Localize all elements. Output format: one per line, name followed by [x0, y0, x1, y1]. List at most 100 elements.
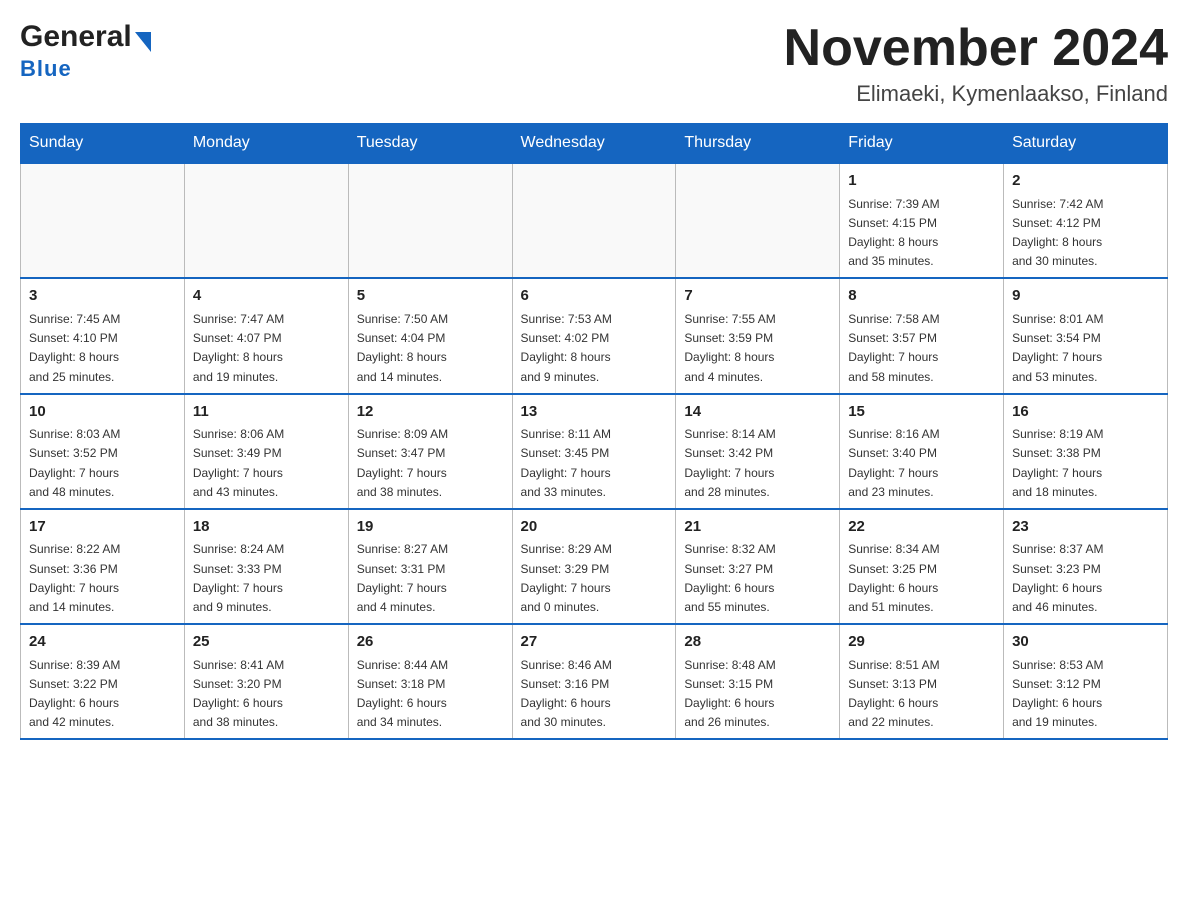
day-number: 24: [29, 631, 176, 654]
day-info: Sunrise: 7:39 AM Sunset: 4:15 PM Dayligh…: [848, 195, 995, 272]
day-number: 4: [193, 285, 340, 308]
calendar-cell: 29Sunrise: 8:51 AM Sunset: 3:13 PM Dayli…: [840, 624, 1004, 739]
day-number: 27: [521, 631, 668, 654]
day-info: Sunrise: 8:22 AM Sunset: 3:36 PM Dayligh…: [29, 540, 176, 617]
calendar-week-4: 17Sunrise: 8:22 AM Sunset: 3:36 PM Dayli…: [21, 509, 1168, 624]
day-number: 8: [848, 285, 995, 308]
calendar-cell: 17Sunrise: 8:22 AM Sunset: 3:36 PM Dayli…: [21, 509, 185, 624]
day-number: 10: [29, 401, 176, 424]
day-info: Sunrise: 7:53 AM Sunset: 4:02 PM Dayligh…: [521, 310, 668, 387]
calendar-cell: 10Sunrise: 8:03 AM Sunset: 3:52 PM Dayli…: [21, 394, 185, 509]
calendar-cell: 13Sunrise: 8:11 AM Sunset: 3:45 PM Dayli…: [512, 394, 676, 509]
calendar-cell: 9Sunrise: 8:01 AM Sunset: 3:54 PM Daylig…: [1004, 278, 1168, 393]
day-info: Sunrise: 8:53 AM Sunset: 3:12 PM Dayligh…: [1012, 656, 1159, 733]
calendar-title: November 2024: [784, 20, 1168, 77]
calendar-cell: 20Sunrise: 8:29 AM Sunset: 3:29 PM Dayli…: [512, 509, 676, 624]
day-number: 1: [848, 170, 995, 193]
calendar-cell: 15Sunrise: 8:16 AM Sunset: 3:40 PM Dayli…: [840, 394, 1004, 509]
day-number: 3: [29, 285, 176, 308]
day-info: Sunrise: 8:29 AM Sunset: 3:29 PM Dayligh…: [521, 540, 668, 617]
weekday-header-thursday: Thursday: [676, 124, 840, 164]
day-info: Sunrise: 7:50 AM Sunset: 4:04 PM Dayligh…: [357, 310, 504, 387]
calendar-cell: 2Sunrise: 7:42 AM Sunset: 4:12 PM Daylig…: [1004, 163, 1168, 278]
day-number: 19: [357, 516, 504, 539]
calendar-cell: 3Sunrise: 7:45 AM Sunset: 4:10 PM Daylig…: [21, 278, 185, 393]
day-number: 11: [193, 401, 340, 424]
day-info: Sunrise: 8:03 AM Sunset: 3:52 PM Dayligh…: [29, 425, 176, 502]
calendar-cell: 4Sunrise: 7:47 AM Sunset: 4:07 PM Daylig…: [184, 278, 348, 393]
day-info: Sunrise: 8:01 AM Sunset: 3:54 PM Dayligh…: [1012, 310, 1159, 387]
calendar-cell: 14Sunrise: 8:14 AM Sunset: 3:42 PM Dayli…: [676, 394, 840, 509]
day-info: Sunrise: 8:16 AM Sunset: 3:40 PM Dayligh…: [848, 425, 995, 502]
weekday-header-tuesday: Tuesday: [348, 124, 512, 164]
day-info: Sunrise: 8:44 AM Sunset: 3:18 PM Dayligh…: [357, 656, 504, 733]
calendar-cell: 19Sunrise: 8:27 AM Sunset: 3:31 PM Dayli…: [348, 509, 512, 624]
day-info: Sunrise: 7:55 AM Sunset: 3:59 PM Dayligh…: [684, 310, 831, 387]
day-info: Sunrise: 8:46 AM Sunset: 3:16 PM Dayligh…: [521, 656, 668, 733]
calendar-cell: 11Sunrise: 8:06 AM Sunset: 3:49 PM Dayli…: [184, 394, 348, 509]
calendar-cell: [184, 163, 348, 278]
day-info: Sunrise: 8:14 AM Sunset: 3:42 PM Dayligh…: [684, 425, 831, 502]
day-info: Sunrise: 8:48 AM Sunset: 3:15 PM Dayligh…: [684, 656, 831, 733]
weekday-header-monday: Monday: [184, 124, 348, 164]
day-info: Sunrise: 7:42 AM Sunset: 4:12 PM Dayligh…: [1012, 195, 1159, 272]
calendar-cell: 1Sunrise: 7:39 AM Sunset: 4:15 PM Daylig…: [840, 163, 1004, 278]
calendar-week-3: 10Sunrise: 8:03 AM Sunset: 3:52 PM Dayli…: [21, 394, 1168, 509]
calendar-cell: 16Sunrise: 8:19 AM Sunset: 3:38 PM Dayli…: [1004, 394, 1168, 509]
day-number: 22: [848, 516, 995, 539]
day-number: 2: [1012, 170, 1159, 193]
calendar-subtitle: Elimaeki, Kymenlaakso, Finland: [784, 81, 1168, 107]
calendar-week-1: 1Sunrise: 7:39 AM Sunset: 4:15 PM Daylig…: [21, 163, 1168, 278]
calendar-table: SundayMondayTuesdayWednesdayThursdayFrid…: [20, 123, 1168, 740]
day-number: 29: [848, 631, 995, 654]
day-info: Sunrise: 7:58 AM Sunset: 3:57 PM Dayligh…: [848, 310, 995, 387]
calendar-cell: 30Sunrise: 8:53 AM Sunset: 3:12 PM Dayli…: [1004, 624, 1168, 739]
calendar-cell: 27Sunrise: 8:46 AM Sunset: 3:16 PM Dayli…: [512, 624, 676, 739]
day-number: 13: [521, 401, 668, 424]
weekday-header-row: SundayMondayTuesdayWednesdayThursdayFrid…: [21, 124, 1168, 164]
day-number: 26: [357, 631, 504, 654]
day-info: Sunrise: 8:19 AM Sunset: 3:38 PM Dayligh…: [1012, 425, 1159, 502]
calendar-week-2: 3Sunrise: 7:45 AM Sunset: 4:10 PM Daylig…: [21, 278, 1168, 393]
calendar-cell: 26Sunrise: 8:44 AM Sunset: 3:18 PM Dayli…: [348, 624, 512, 739]
calendar-cell: 5Sunrise: 7:50 AM Sunset: 4:04 PM Daylig…: [348, 278, 512, 393]
day-number: 21: [684, 516, 831, 539]
weekday-header-saturday: Saturday: [1004, 124, 1168, 164]
day-number: 23: [1012, 516, 1159, 539]
day-number: 25: [193, 631, 340, 654]
day-number: 18: [193, 516, 340, 539]
day-info: Sunrise: 7:47 AM Sunset: 4:07 PM Dayligh…: [193, 310, 340, 387]
day-info: Sunrise: 8:37 AM Sunset: 3:23 PM Dayligh…: [1012, 540, 1159, 617]
calendar-cell: 25Sunrise: 8:41 AM Sunset: 3:20 PM Dayli…: [184, 624, 348, 739]
page-header: General Blue November 2024 Elimaeki, Kym…: [20, 20, 1168, 107]
day-number: 15: [848, 401, 995, 424]
logo: General Blue: [20, 20, 151, 82]
day-number: 9: [1012, 285, 1159, 308]
calendar-cell: 22Sunrise: 8:34 AM Sunset: 3:25 PM Dayli…: [840, 509, 1004, 624]
day-info: Sunrise: 8:24 AM Sunset: 3:33 PM Dayligh…: [193, 540, 340, 617]
weekday-header-wednesday: Wednesday: [512, 124, 676, 164]
calendar-cell: [676, 163, 840, 278]
day-number: 28: [684, 631, 831, 654]
day-info: Sunrise: 8:39 AM Sunset: 3:22 PM Dayligh…: [29, 656, 176, 733]
day-number: 16: [1012, 401, 1159, 424]
calendar-cell: 18Sunrise: 8:24 AM Sunset: 3:33 PM Dayli…: [184, 509, 348, 624]
logo-blue-text: Blue: [20, 56, 72, 82]
calendar-cell: 7Sunrise: 7:55 AM Sunset: 3:59 PM Daylig…: [676, 278, 840, 393]
calendar-cell: 6Sunrise: 7:53 AM Sunset: 4:02 PM Daylig…: [512, 278, 676, 393]
day-info: Sunrise: 8:34 AM Sunset: 3:25 PM Dayligh…: [848, 540, 995, 617]
calendar-cell: 12Sunrise: 8:09 AM Sunset: 3:47 PM Dayli…: [348, 394, 512, 509]
calendar-week-5: 24Sunrise: 8:39 AM Sunset: 3:22 PM Dayli…: [21, 624, 1168, 739]
day-info: Sunrise: 8:41 AM Sunset: 3:20 PM Dayligh…: [193, 656, 340, 733]
day-info: Sunrise: 8:11 AM Sunset: 3:45 PM Dayligh…: [521, 425, 668, 502]
day-number: 14: [684, 401, 831, 424]
logo-text: General: [20, 20, 151, 54]
day-number: 20: [521, 516, 668, 539]
day-number: 17: [29, 516, 176, 539]
calendar-cell: 21Sunrise: 8:32 AM Sunset: 3:27 PM Dayli…: [676, 509, 840, 624]
calendar-cell: 23Sunrise: 8:37 AM Sunset: 3:23 PM Dayli…: [1004, 509, 1168, 624]
day-info: Sunrise: 8:06 AM Sunset: 3:49 PM Dayligh…: [193, 425, 340, 502]
day-number: 12: [357, 401, 504, 424]
weekday-header-friday: Friday: [840, 124, 1004, 164]
day-info: Sunrise: 8:32 AM Sunset: 3:27 PM Dayligh…: [684, 540, 831, 617]
